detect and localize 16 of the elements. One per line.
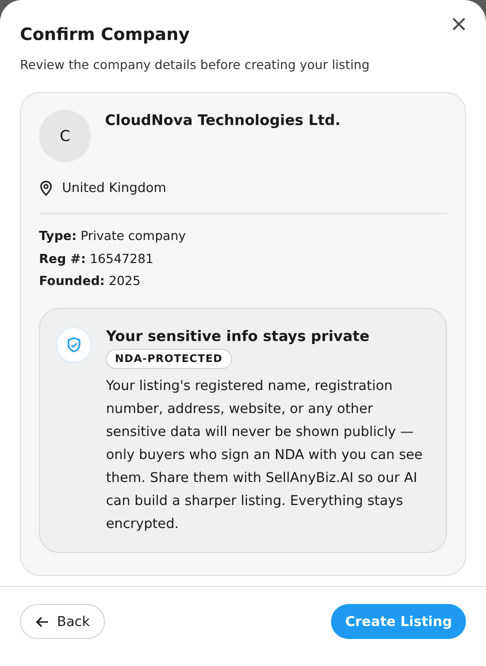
shield-check-icon: [56, 326, 92, 362]
dialog-subtitle: Review the company details before creating your listing: [20, 56, 371, 74]
detail-text: Type: Private company: [39, 227, 187, 245]
dialog-title: Confirm Company: [20, 24, 190, 46]
company-name: CloudNova Technologies Ltd.: [105, 113, 341, 131]
avatar: C: [39, 110, 91, 162]
back-button[interactable]: Back: [20, 604, 105, 639]
location-text: United Kingdom: [62, 180, 166, 196]
notice-title: Your sensitive info stays private: [106, 328, 370, 344]
close-button[interactable]: ×: [446, 12, 472, 38]
notice-text: Your listing's registered name, registration number, address, website, or any other sensitive data will never be shown publicly — only buyers who sign an NDA with you can see them. Share them with SellAnyBiz.AI so our AI can build a sharper listing. Everything stays encrypted.: [106, 376, 424, 534]
arrow-left-icon: [35, 616, 49, 628]
detail-text: Reg #: 16547281: [39, 250, 154, 268]
location-pin-icon: [39, 180, 53, 196]
detail-text: Founded: 2025: [39, 272, 142, 290]
nda-badge: NDA-PROTECTED: [106, 348, 232, 368]
